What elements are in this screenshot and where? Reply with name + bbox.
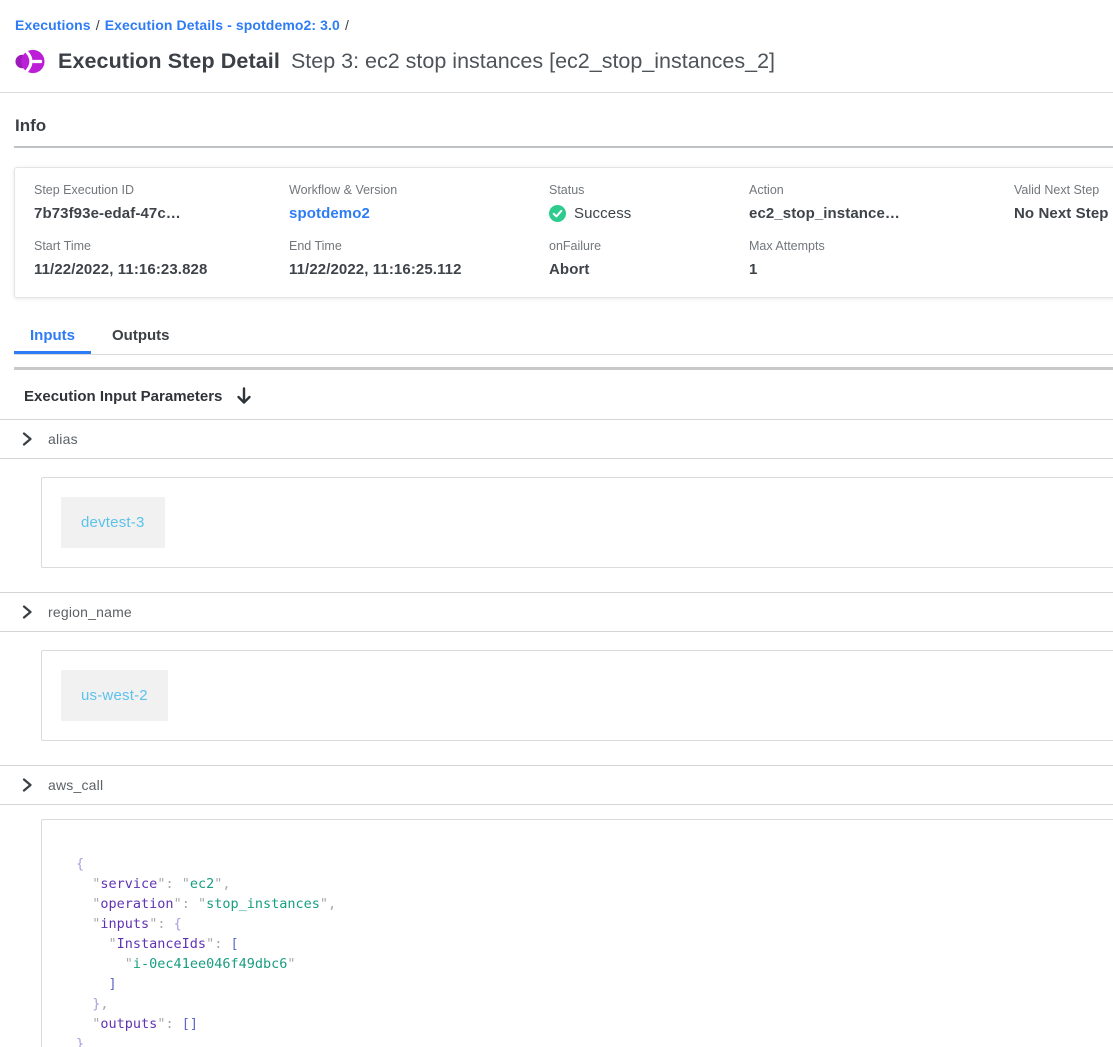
field-onfailure: onFailure Abort (549, 239, 749, 278)
field-value: No Next Step (1014, 205, 1113, 222)
field-end-time: End Time 11/22/2022, 11:16:25.112 (289, 239, 549, 278)
section-label-aws-call: aws_call (48, 777, 103, 793)
section-label-alias: alias (48, 431, 78, 447)
field-label: End Time (289, 239, 549, 253)
field-step-execution-id: Step Execution ID 7b73f93e-edaf-47c… (34, 183, 289, 222)
info-divider (14, 146, 1113, 148)
section-row-alias[interactable]: alias (0, 420, 1113, 458)
aws-call-value-box: { "service": "ec2", "operation": "stop_i… (41, 819, 1113, 1047)
chevron-right-icon (20, 778, 34, 792)
page-subtitle: Step 3: ec2 stop instances [ec2_stop_ins… (291, 49, 775, 74)
breadcrumb-link-executions[interactable]: Executions (15, 17, 91, 33)
field-label: onFailure (549, 239, 749, 253)
header-divider (0, 92, 1113, 93)
info-card: Step Execution ID 7b73f93e-edaf-47c… Wor… (14, 167, 1113, 298)
field-label: Workflow & Version (289, 183, 549, 197)
field-label: Action (749, 183, 1014, 197)
field-start-time: Start Time 11/22/2022, 11:16:23.828 (34, 239, 289, 278)
section-row-aws-call[interactable]: aws_call (0, 766, 1113, 804)
chevron-right-icon (20, 605, 34, 619)
section-label-region-name: region_name (48, 604, 132, 620)
field-value: ec2_stop_instance… (749, 205, 1014, 222)
field-workflow-version: Workflow & Version spotdemo2 (289, 183, 549, 222)
field-valid-next-step: Valid Next Step No Next Step (1014, 183, 1113, 222)
json-code: { "service": "ec2", "operation": "stop_i… (76, 854, 1094, 1047)
divider (0, 631, 1113, 632)
alias-value-box: devtest-3 (41, 477, 1113, 568)
breadcrumb: Executions/Execution Details - spotdemo2… (0, 0, 1113, 33)
page-title: Execution Step Detail (58, 49, 280, 74)
page-header: Execution Step Detail Step 3: ec2 stop i… (14, 46, 1113, 77)
breadcrumb-separator: / (91, 17, 105, 33)
section-row-region-name[interactable]: region_name (0, 593, 1113, 631)
chevron-right-icon (20, 432, 34, 446)
field-value: 1 (749, 261, 1014, 278)
breadcrumb-link-execution-details[interactable]: Execution Details - spotdemo2: 3.0 (105, 17, 340, 33)
field-status: Status Success (549, 183, 749, 222)
info-heading: Info (15, 116, 1113, 136)
field-action: Action ec2_stop_instance… (749, 183, 1014, 222)
divider (0, 804, 1113, 805)
status-text: Success (574, 205, 631, 222)
breadcrumb-separator: / (340, 17, 354, 33)
success-check-icon (549, 205, 566, 222)
field-label: Start Time (34, 239, 289, 253)
field-value: 11/22/2022, 11:16:25.112 (289, 261, 549, 278)
workflow-link[interactable]: spotdemo2 (289, 205, 549, 222)
field-label: Step Execution ID (34, 183, 289, 197)
tab-outputs[interactable]: Outputs (96, 319, 186, 354)
field-label: Valid Next Step (1014, 183, 1113, 197)
field-value: 7b73f93e-edaf-47c… (34, 205, 289, 222)
params-title: Execution Input Parameters (24, 388, 222, 405)
params-header: Execution Input Parameters (24, 387, 1113, 405)
fylamynt-logo-icon (14, 46, 45, 77)
divider (0, 458, 1113, 459)
region-name-chip: us-west-2 (61, 670, 168, 721)
field-value: Abort (549, 261, 749, 278)
tab-inputs[interactable]: Inputs (14, 319, 91, 354)
field-value: 11/22/2022, 11:16:23.828 (34, 261, 289, 278)
field-label: Max Attempts (749, 239, 1014, 253)
field-label: Status (549, 183, 749, 197)
tabs-section-divider (14, 367, 1113, 370)
alias-chip: devtest-3 (61, 497, 165, 548)
tab-bar: Inputs Outputs (14, 319, 1113, 355)
arrow-down-icon[interactable] (236, 387, 252, 405)
region-name-value-box: us-west-2 (41, 650, 1113, 741)
field-max-attempts: Max Attempts 1 (749, 239, 1014, 278)
